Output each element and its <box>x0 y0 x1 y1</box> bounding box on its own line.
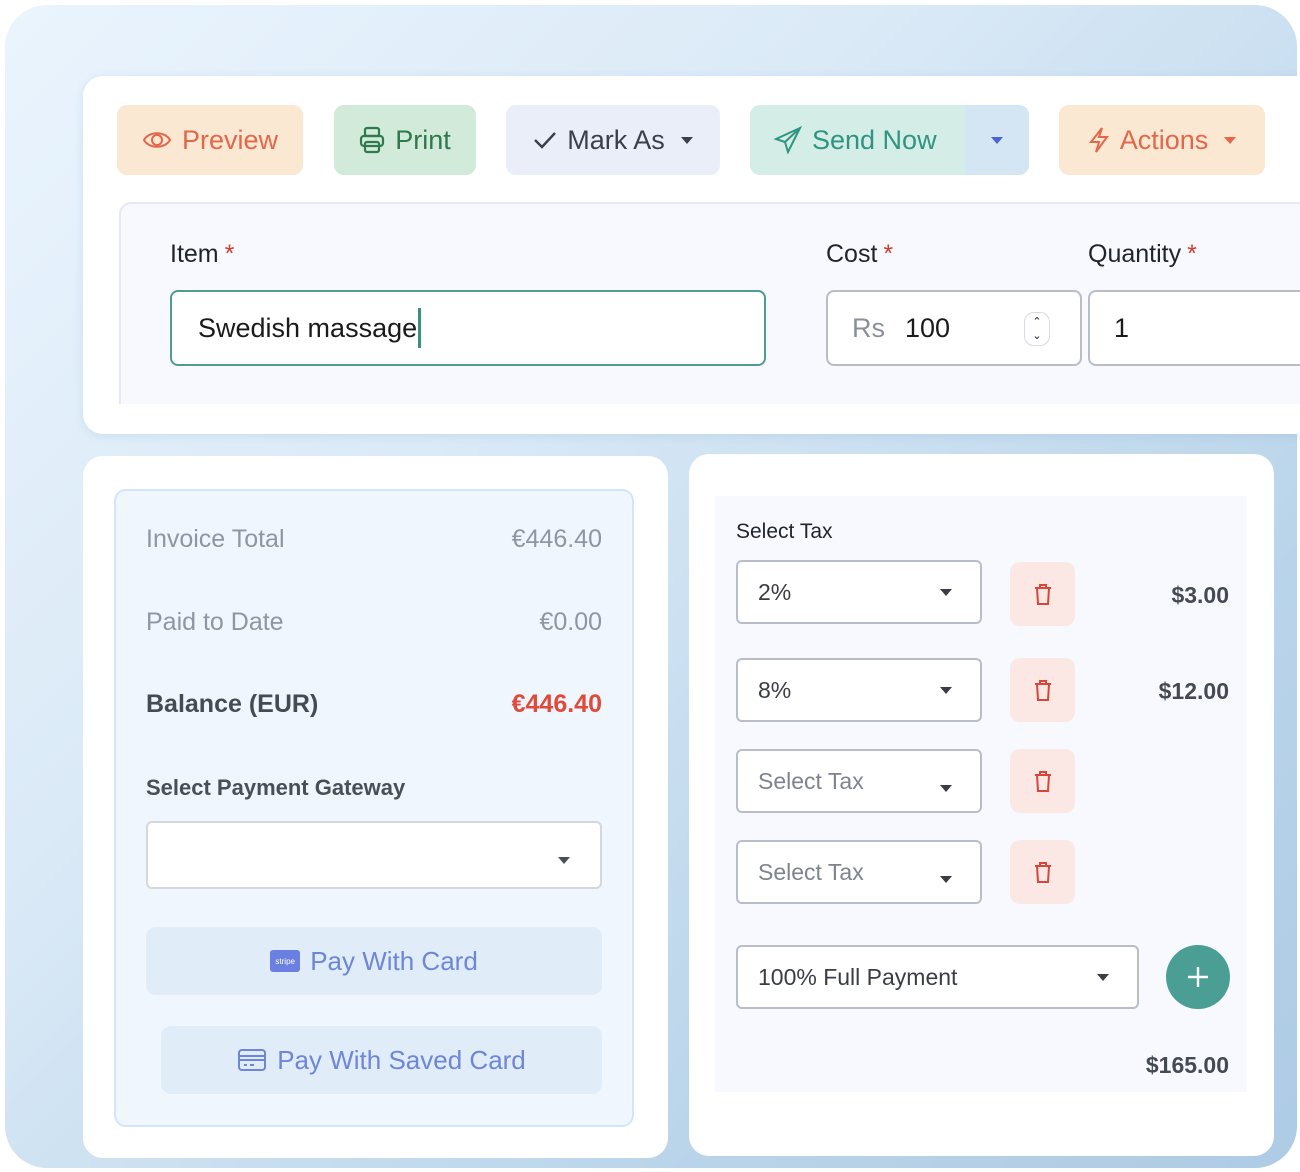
item-input[interactable]: Swedish massage <box>170 290 766 366</box>
tax-select[interactable]: Select Tax <box>736 840 982 904</box>
paid-to-date-row: Paid to Date €0.00 <box>146 608 602 637</box>
actions-label: Actions <box>1119 124 1209 155</box>
required-mark: * <box>224 240 235 268</box>
invoice-total-row: Invoice Total €446.40 <box>146 525 602 554</box>
pay-with-saved-card-button[interactable]: Pay With Saved Card <box>161 1026 602 1094</box>
tax-select-value: 2% <box>758 578 792 605</box>
pay-with-saved-card-label: Pay With Saved Card <box>277 1044 526 1075</box>
chevron-down-icon <box>991 136 1003 144</box>
stripe-icon: stripe <box>270 950 301 972</box>
tax-select[interactable]: 8% <box>736 658 982 722</box>
tax-amount: $12.00 <box>1158 678 1229 704</box>
send-now-dropdown-toggle[interactable] <box>965 105 1029 175</box>
trash-icon <box>1034 771 1051 792</box>
preview-label: Preview <box>181 124 279 155</box>
chevron-down-icon[interactable]: ⌄ <box>1032 329 1041 343</box>
paid-to-date-label: Paid to Date <box>146 608 284 636</box>
cost-label-text: Cost <box>826 240 878 268</box>
item-value: Swedish massage <box>198 312 418 343</box>
tax-select-value: 8% <box>758 676 792 703</box>
print-button[interactable]: Print <box>334 105 476 175</box>
mark-as-label: Mark As <box>567 124 665 155</box>
quantity-label-text: Quantity <box>1088 240 1182 268</box>
tax-panel: Select Tax 2% $3.00 8% $12.00 Select Tax… <box>715 496 1247 1092</box>
required-mark: * <box>1187 240 1197 268</box>
balance-label: Balance (EUR) <box>146 690 319 718</box>
add-button[interactable] <box>1166 945 1230 1009</box>
trash-icon <box>1034 680 1051 701</box>
select-tax-title: Select Tax <box>736 520 833 543</box>
quantity-input[interactable]: 1 ⌃ ⌄ <box>1088 290 1300 366</box>
actions-button[interactable]: Actions <box>1059 105 1265 175</box>
cost-label: Cost * <box>826 240 893 269</box>
chevron-down-icon <box>1224 136 1237 144</box>
mark-as-button[interactable]: Mark As <box>506 105 720 175</box>
send-now-button[interactable]: Send Now <box>750 105 1029 175</box>
chevron-down-icon <box>1097 973 1109 981</box>
cost-value: 100 <box>905 312 951 343</box>
chevron-down-icon <box>940 785 952 792</box>
trash-icon <box>1034 584 1051 605</box>
required-mark: * <box>883 240 894 268</box>
quantity-label: Quantity * <box>1088 240 1197 269</box>
lightning-icon <box>1088 127 1109 153</box>
print-label: Print <box>395 124 451 155</box>
quantity-value: 1 <box>1114 312 1130 343</box>
eye-icon <box>142 132 172 148</box>
chevron-down-icon <box>558 857 570 864</box>
tax-select-placeholder: Select Tax <box>758 858 864 885</box>
cost-stepper[interactable]: ⌃ ⌄ <box>1024 312 1050 346</box>
chevron-down-icon <box>940 686 952 694</box>
plus-icon <box>1188 967 1208 987</box>
chevron-up-icon[interactable]: ⌃ <box>1032 315 1041 329</box>
chevron-down-icon <box>940 876 952 883</box>
payment-summary: Invoice Total €446.40 Paid to Date €0.00… <box>114 489 634 1127</box>
invoice-total-label: Invoice Total <box>146 525 285 553</box>
text-cursor <box>418 308 422 348</box>
item-label-text: Item <box>170 240 219 268</box>
invoice-editor-card: Preview Print Mark As Send Now Actions I… <box>83 76 1300 434</box>
balance-value: €446.40 <box>511 690 602 718</box>
check-icon <box>534 132 557 149</box>
delete-tax-button[interactable] <box>1010 840 1075 904</box>
tax-select[interactable]: Select Tax <box>736 749 982 813</box>
paper-plane-icon <box>774 126 802 154</box>
currency-prefix: Rs <box>852 312 885 343</box>
tax-select[interactable]: 2% <box>736 560 982 624</box>
chevron-down-icon <box>680 136 693 144</box>
preview-button[interactable]: Preview <box>117 105 303 175</box>
tax-amount: $3.00 <box>1171 582 1229 608</box>
payment-option-select[interactable]: 100% Full Payment <box>736 945 1139 1009</box>
tax-total: $165.00 <box>1145 1052 1229 1078</box>
payment-gateway-select[interactable] <box>146 821 602 889</box>
trash-icon <box>1034 862 1051 883</box>
invoice-total-value: €446.40 <box>511 525 602 553</box>
delete-tax-button[interactable] <box>1010 562 1075 626</box>
paid-to-date-value: €0.00 <box>539 608 602 636</box>
send-now-label: Send Now <box>812 124 937 155</box>
payment-gateway-label: Select Payment Gateway <box>146 775 406 800</box>
credit-card-icon <box>238 1049 267 1071</box>
delete-tax-button[interactable] <box>1010 749 1075 813</box>
pay-with-card-button[interactable]: stripe Pay With Card <box>146 927 602 995</box>
balance-row: Balance (EUR) €446.40 <box>146 690 602 719</box>
delete-tax-button[interactable] <box>1010 658 1075 722</box>
printer-icon <box>360 126 385 154</box>
line-item-panel: Item * Swedish massage Cost * Rs 100 ⌃ ⌄ Q… <box>119 202 1300 404</box>
payment-option-value: 100% Full Payment <box>758 963 958 990</box>
tax-select-placeholder: Select Tax <box>758 767 864 794</box>
tax-card: Select Tax 2% $3.00 8% $12.00 Select Tax… <box>689 454 1274 1156</box>
pay-with-card-label: Pay With Card <box>310 945 478 976</box>
payment-summary-card: Invoice Total €446.40 Paid to Date €0.00… <box>83 456 668 1158</box>
cost-input[interactable]: Rs 100 ⌃ ⌄ <box>826 290 1082 366</box>
item-label: Item * <box>170 240 234 269</box>
chevron-down-icon <box>940 588 952 596</box>
